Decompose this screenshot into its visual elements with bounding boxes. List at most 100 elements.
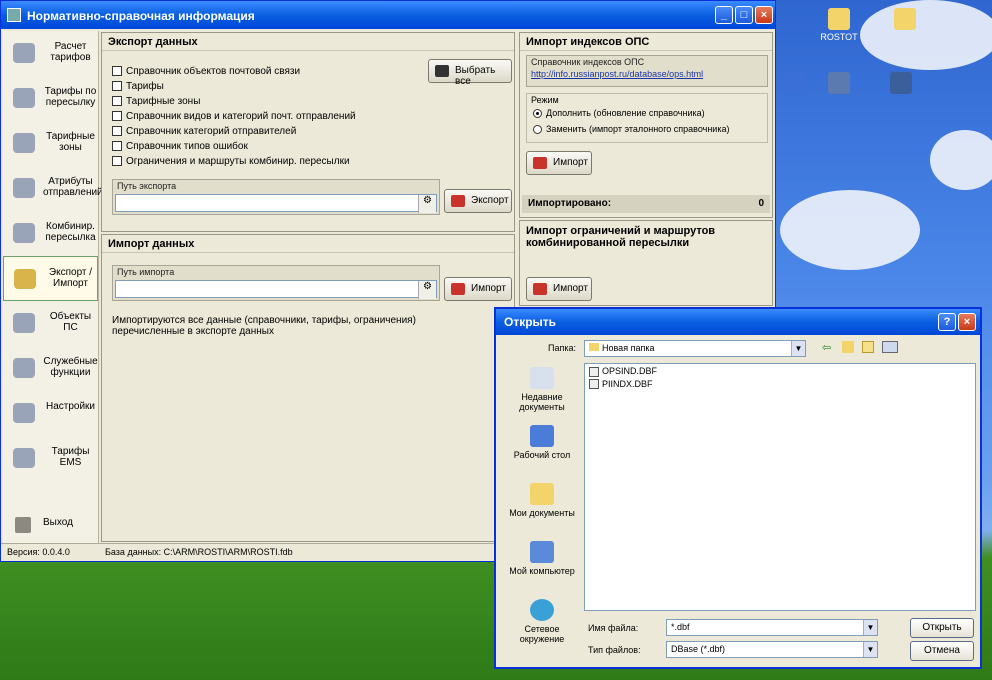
sidebar-item-objects[interactable]: Объекты ПС	[3, 301, 98, 346]
dialog-close-button[interactable]: ×	[958, 313, 976, 331]
export-checkbox[interactable]: Тарифы	[112, 81, 164, 92]
export-button[interactable]: Экспорт	[444, 189, 512, 213]
sidebar-item-zones[interactable]: Тарифные зоны	[3, 121, 98, 166]
imported-count: 0	[758, 198, 764, 209]
chevron-down-icon: ▼	[863, 642, 877, 657]
network-icon	[530, 599, 554, 621]
file-item[interactable]: PIINDX.DBF	[585, 377, 975, 390]
version-text: Версия: 0.0.4.0	[7, 547, 70, 557]
sidebar-item-label: Расчет тарифов	[50, 41, 91, 63]
place-my-computer[interactable]: Мой компьютер	[502, 537, 582, 595]
index-import-button[interactable]: Импорт	[526, 151, 592, 175]
checkbox-label: Ограничения и маршруты комбинир. пересыл…	[126, 156, 350, 167]
window-title: Нормативно-справочная информация	[27, 9, 255, 23]
cloud	[930, 130, 992, 190]
place-my-documents[interactable]: Мои документы	[502, 479, 582, 537]
envelope-icon	[13, 178, 35, 198]
index-source-link[interactable]: http://info.russianpost.ru/database/ops.…	[531, 69, 703, 79]
back-icon[interactable]: ⇦	[822, 341, 831, 354]
desktop-icon	[530, 425, 554, 447]
sidebar-item-label: Комбинир. пересылка	[45, 221, 96, 243]
export-checkbox[interactable]: Справочник категорий отправителей	[112, 126, 296, 137]
import-note: Импортируются все данные (справочники, т…	[112, 315, 416, 337]
logout-label: Выход	[43, 517, 73, 528]
route-import-button[interactable]: Импорт	[526, 277, 592, 301]
up-folder-icon[interactable]	[842, 341, 854, 353]
desktop-icon[interactable]: ROSTOT	[804, 8, 874, 42]
browse-folder-icon[interactable]: ⚙	[418, 281, 436, 299]
view-menu-icon[interactable]	[882, 341, 898, 353]
mode-replace-radio[interactable]: Заменить (импорт эталонного справочника)	[533, 124, 729, 135]
sidebar-item-settings[interactable]: Настройки	[3, 391, 98, 436]
filetype-select[interactable]: DBase (*.dbf) ▼	[666, 641, 878, 658]
mode-add-radio[interactable]: Дополнить (обновление справочника)	[533, 108, 705, 119]
folder-label: Папка:	[548, 343, 576, 353]
sidebar-item-ems[interactable]: Тарифы ЕМS	[3, 436, 98, 481]
open-button[interactable]: Открыть	[910, 618, 974, 638]
browse-folder-icon[interactable]: ⚙	[418, 195, 436, 213]
index-source-label: Справочник индексов ОПС	[531, 57, 645, 67]
place-label: Мои документы	[509, 508, 575, 518]
filename-label: Имя файла:	[588, 623, 639, 633]
dialog-title-bar[interactable]: Открыть ? ×	[496, 309, 980, 335]
select-all-button[interactable]: Выбрать все	[428, 59, 512, 87]
plane-icon	[13, 223, 35, 243]
imported-status: Импортировано: 0	[522, 195, 770, 213]
minimize-button[interactable]: _	[715, 6, 733, 24]
place-desktop[interactable]: Рабочий стол	[502, 421, 582, 479]
sidebar-item-export-import[interactable]: Экспорт / Импорт	[3, 256, 98, 301]
imported-label: Импортировано:	[528, 198, 612, 209]
import-icon	[533, 283, 547, 295]
desktop-icon[interactable]	[866, 72, 936, 96]
help-button[interactable]: ?	[938, 313, 956, 331]
maximize-button[interactable]: □	[735, 6, 753, 24]
exit-icon	[15, 517, 31, 533]
export-path-label: Путь экспорта	[117, 181, 177, 191]
sidebar-item-service[interactable]: Служебные функции	[3, 346, 98, 391]
radio-label: Дополнить (обновление справочника)	[546, 108, 705, 118]
export-checkbox[interactable]: Тарифные зоны	[112, 96, 200, 107]
import-path-input[interactable]: ⚙	[115, 280, 437, 299]
place-label: Сетевое окружение	[519, 624, 565, 644]
cancel-button[interactable]: Отмена	[910, 641, 974, 661]
new-folder-icon[interactable]	[862, 341, 874, 353]
sidebar-item-label: Тарифы по пересылку	[44, 86, 97, 108]
document-icon	[13, 448, 35, 468]
sidebar-item-tariffs[interactable]: Тарифы по пересылку	[3, 76, 98, 121]
sidebar-item-tariff-calc[interactable]: Расчет тарифов	[3, 31, 98, 76]
export-checkbox[interactable]: Справочник объектов почтовой связи	[112, 66, 300, 77]
export-checkbox[interactable]: Справочник типов ошибок	[112, 141, 248, 152]
checkbox-label: Справочник объектов почтовой связи	[126, 66, 301, 77]
file-item[interactable]: OPSIND.DBF	[585, 364, 975, 377]
checkbox-icon	[435, 65, 449, 77]
folder-select[interactable]: Новая папка ▼	[584, 340, 806, 357]
place-network[interactable]: Сетевое окружение	[502, 595, 582, 653]
chevron-down-icon: ▼	[791, 341, 805, 356]
sidebar-item-label: Настройки	[45, 401, 96, 412]
close-button[interactable]: ×	[755, 6, 773, 24]
sidebar-item-combined[interactable]: Комбинир. пересылка	[3, 211, 98, 256]
sidebar-item-label: Атрибуты отправлений	[43, 176, 103, 198]
filename-input[interactable]: *.dbf ▼	[666, 619, 878, 636]
export-path-input[interactable]: ⚙	[115, 194, 437, 213]
desktop-icon[interactable]	[804, 72, 874, 96]
file-list[interactable]: OPSIND.DBF PIINDX.DBF	[584, 363, 976, 611]
import-button[interactable]: Импорт	[444, 277, 512, 301]
logout-button[interactable]: Выход	[3, 509, 99, 539]
my-documents-icon	[530, 483, 554, 505]
sidebar-item-attributes[interactable]: Атрибуты отправлений	[3, 166, 103, 211]
main-title-bar[interactable]: Нормативно-справочная информация _ □ ×	[1, 1, 775, 29]
export-checkbox[interactable]: Ограничения и маршруты комбинир. пересыл…	[112, 156, 350, 167]
sidebar-item-label: Тарифные зоны	[46, 131, 95, 153]
desktop-icon[interactable]	[870, 8, 940, 32]
mode-label: Режим	[531, 95, 559, 105]
place-recent[interactable]: Недавние документы	[502, 363, 582, 421]
import-header: Импорт данных	[102, 235, 514, 253]
export-checkbox[interactable]: Справочник видов и категорий почт. отпра…	[112, 111, 356, 122]
index-source-group: Справочник индексов ОПС http://info.russ…	[526, 55, 768, 87]
computer-icon	[530, 541, 554, 563]
desktop-icon-label: ROSTOT	[820, 32, 858, 42]
index-import-header: Импорт индексов ОПС	[520, 33, 772, 51]
calculator-icon	[13, 43, 35, 63]
search-icon	[13, 313, 35, 333]
